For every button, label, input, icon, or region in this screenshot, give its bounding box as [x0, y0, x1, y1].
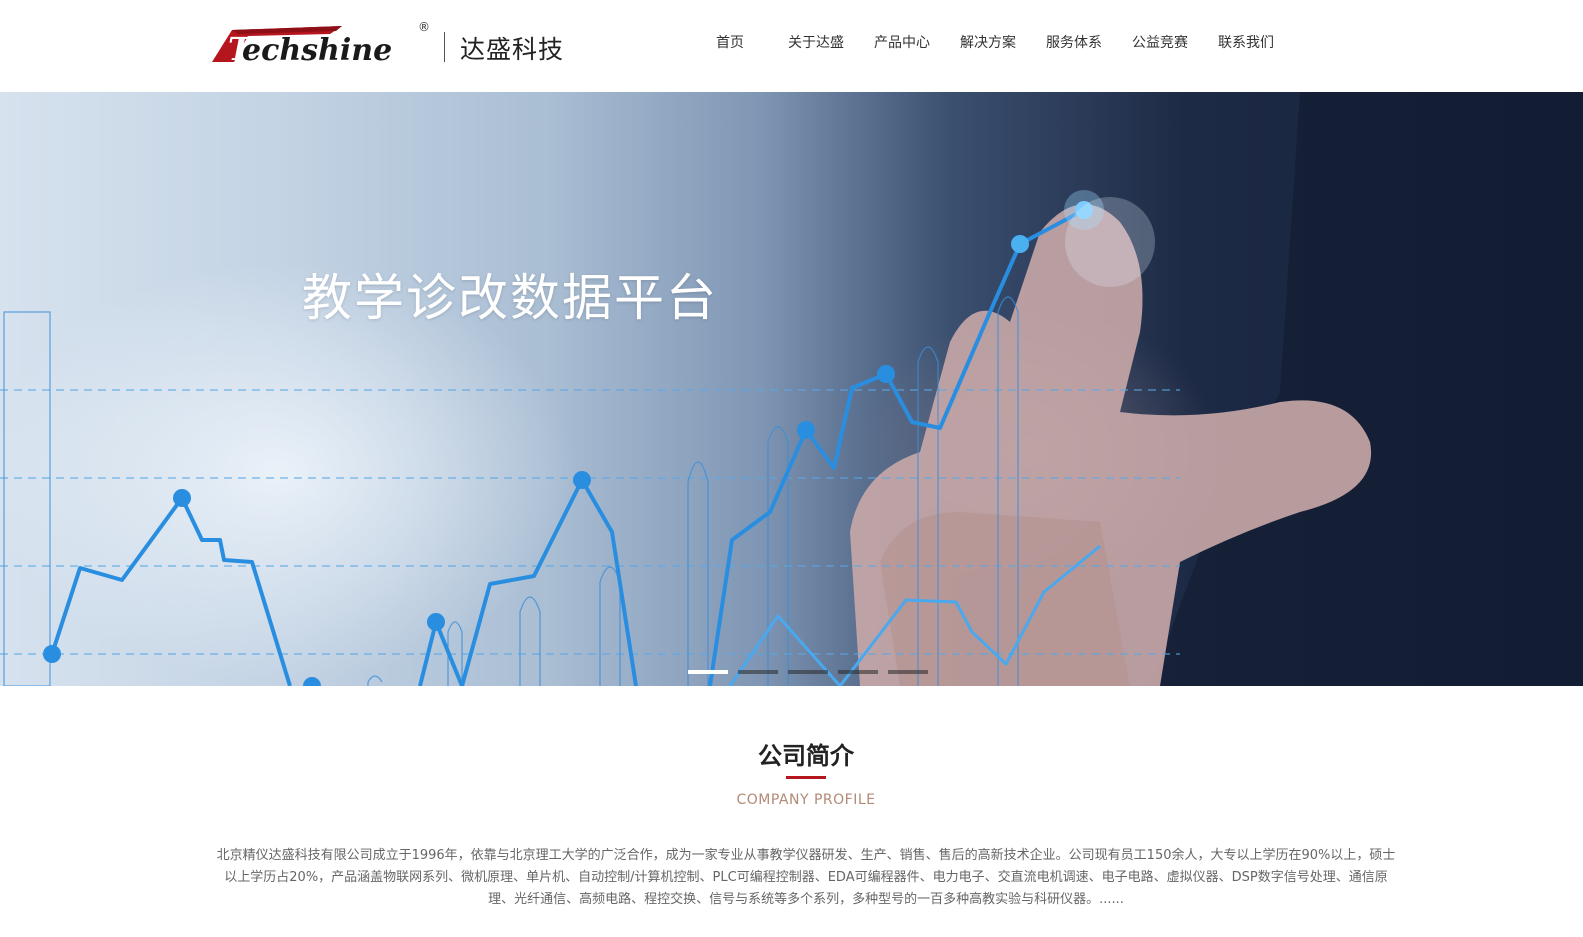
section-title: 公司简介: [758, 742, 854, 770]
nav-item-products[interactable]: 产品中心: [874, 32, 930, 54]
carousel-dot-5[interactable]: [888, 670, 928, 674]
registered-mark: ®: [418, 20, 430, 34]
banner-title: 教学诊改数据平台: [302, 269, 718, 327]
logo-divider: [444, 32, 445, 62]
banner-chart-graphic: [0, 92, 1583, 686]
logo[interactable]: echshine T ® 达盛科技: [212, 20, 563, 68]
carousel-dot-3[interactable]: [788, 670, 828, 674]
carousel-dot-4[interactable]: [838, 670, 878, 674]
svg-text:T: T: [228, 30, 254, 66]
main-nav: 首页 关于达盛 产品中心 解决方案 服务体系 公益竞赛 联系我们: [716, 32, 1304, 54]
svg-text:echshine: echshine: [242, 33, 392, 66]
carousel-dot-2[interactable]: [738, 670, 778, 674]
nav-item-home[interactable]: 首页: [716, 32, 744, 54]
nav-item-contact[interactable]: 联系我们: [1218, 32, 1274, 54]
carousel-dots: [688, 670, 938, 674]
logo-chinese-name: 达盛科技: [460, 35, 565, 64]
site-header: echshine T ® 达盛科技 首页 关于达盛 产品中心 解决方案 服务体系…: [0, 0, 1583, 92]
carousel-dot-1[interactable]: [688, 670, 728, 674]
section-subtitle: COMPANY PROFILE: [736, 792, 876, 808]
nav-item-competitions[interactable]: 公益竞赛: [1132, 32, 1188, 54]
nav-item-about[interactable]: 关于达盛: [788, 32, 844, 54]
techshine-logo-graphic: echshine T: [212, 26, 392, 66]
nav-item-services[interactable]: 服务体系: [1046, 32, 1102, 54]
section-title-underline: [786, 776, 826, 779]
nav-item-solutions[interactable]: 解决方案: [960, 32, 1016, 54]
techshine-logo: echshine T ®: [212, 20, 430, 66]
hero-banner[interactable]: 教学诊改数据平台: [0, 92, 1583, 686]
company-profile-text: 北京精仪达盛科技有限公司成立于1996年，依靠与北京理工大学的广泛合作，成为一家…: [216, 848, 1396, 907]
